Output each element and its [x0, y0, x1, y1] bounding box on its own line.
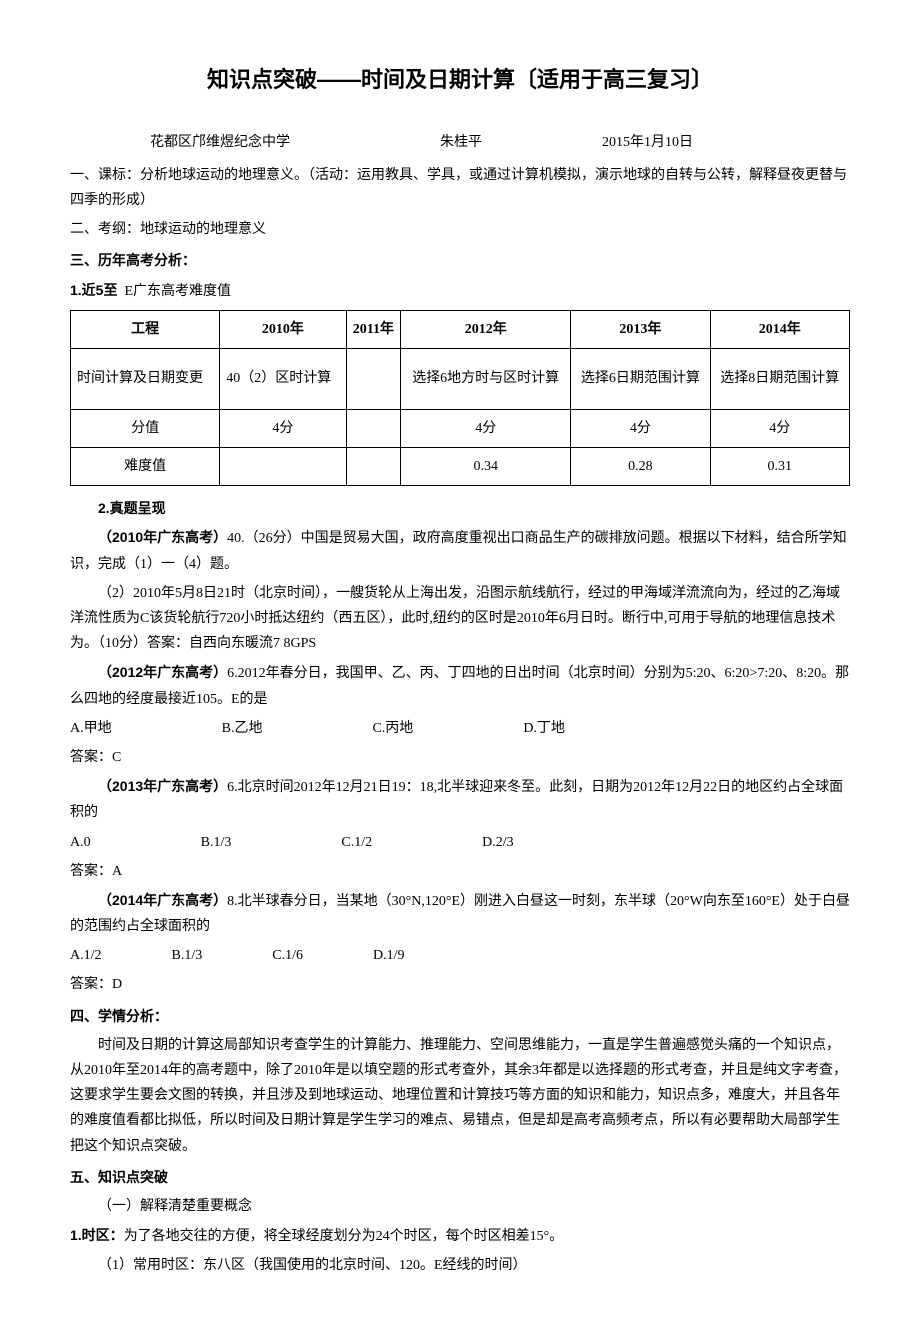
meta-row: 花都区邝维煜纪念中学 朱桂平 2015年1月10日: [70, 130, 850, 155]
section-4-body: 时间及日期的计算这局部知识考查学生的计算能力、推理能力、空间思维能力，一直是学生…: [70, 1033, 850, 1159]
section-3-label: 三、历年高考分析：: [70, 248, 850, 273]
cell: 0.28: [571, 448, 710, 486]
th-project: 工程: [71, 310, 220, 348]
meta-date: 2015年1月10日: [602, 130, 693, 155]
section-1: 一、课标：分析地球运动的地理意义。（活动：运用教具、学具，或通过计算机模拟，演示…: [70, 163, 850, 213]
opt-c: C.1/2: [341, 830, 372, 855]
th-2010: 2010年: [220, 310, 346, 348]
cell: 0.31: [710, 448, 849, 486]
opt-b: B.乙地: [222, 716, 263, 741]
cell: 4分: [401, 409, 571, 447]
exam-table: 工程 2010年 2011年 2012年 2013年 2014年 时间计算及日期…: [70, 310, 850, 487]
sub2-label: 2.真题呈现: [70, 496, 850, 521]
section-3-sub1: 1.近5至 E广东高考难度值: [70, 278, 850, 304]
cell: 分值: [71, 409, 220, 447]
cell: 难度值: [71, 448, 220, 486]
cell: 0.34: [401, 448, 571, 486]
table-row: 难度值 0.34 0.28 0.31: [71, 448, 850, 486]
q2013-tag: （2013年广东高考）: [98, 778, 227, 794]
cell: 选择8日期范围计算: [710, 348, 849, 409]
q2012-options: A.甲地 B.乙地 C.丙地 D.丁地: [70, 716, 850, 741]
sub1-text: E广东高考难度值: [124, 284, 231, 299]
cell: [220, 448, 346, 486]
opt-d: D.丁地: [523, 716, 565, 741]
p1-text: 为了各地交往的方便，将全球经度划分为24个时区，每个时区相差15°。: [124, 1229, 564, 1244]
table-row: 时间计算及日期变更 40（2）区时计算 选择6地方时与区时计算 选择6日期范围计…: [71, 348, 850, 409]
opt-d: D.1/9: [373, 943, 405, 968]
section-1-label: 一、课标：: [70, 168, 140, 183]
q2010-head: （2010年广东高考）40.（26分）中国是贸易大国，政府高度重视出口商品生产的…: [70, 525, 850, 576]
section-2: 二、考纲：地球运动的地理意义: [70, 217, 850, 242]
sub1-label: 1.近5至: [70, 282, 117, 298]
opt-a: A.0: [70, 830, 91, 855]
cell: [346, 448, 401, 486]
p1-label: 1.时区：: [70, 1227, 124, 1243]
cell: [346, 409, 401, 447]
q2010-body: （2）2010年5月8日21时（北京时间），一艘货轮从上海出发，沿图示航线航行，…: [70, 581, 850, 657]
q2012-answer: 答案：C: [70, 745, 850, 770]
q2013-options: A.0 B.1/3 C.1/2 D.2/3: [70, 830, 850, 855]
q2014-answer: 答案：D: [70, 972, 850, 997]
q2010-tag: （2010年广东高考）: [98, 529, 227, 545]
q2013-answer: 答案：A: [70, 859, 850, 884]
q2014-head: （2014年广东高考）8.北半球春分日，当某地（30°N,120°E）刚进入白昼…: [70, 888, 850, 939]
section-2-text: 地球运动的地理意义: [140, 222, 266, 237]
cell: 4分: [220, 409, 346, 447]
cell: [346, 348, 401, 409]
opt-c: C.丙地: [372, 716, 413, 741]
cell: 选择6日期范围计算: [571, 348, 710, 409]
cell: 选择6地方时与区时计算: [401, 348, 571, 409]
table-row: 分值 4分 4分 4分 4分: [71, 409, 850, 447]
cell: 时间计算及日期变更: [71, 348, 220, 409]
opt-d: D.2/3: [482, 830, 514, 855]
cell: 4分: [710, 409, 849, 447]
section-1-text: 分析地球运动的地理意义。（活动：运用教具、学具，或通过计算机模拟，演示地球的自转…: [70, 168, 847, 208]
q2014-options: A.1/2 B.1/3 C.1/6 D.1/9: [70, 943, 850, 968]
section-4-label: 四、学情分析：: [70, 1004, 850, 1029]
meta-author: 朱桂平: [440, 130, 482, 155]
th-2011: 2011年: [346, 310, 401, 348]
opt-a: A.甲地: [70, 716, 112, 741]
q2012-tag: （2012年广东高考）: [98, 664, 227, 680]
meta-school: 花都区邝维煜纪念中学: [150, 130, 290, 155]
th-2012: 2012年: [401, 310, 571, 348]
th-2014: 2014年: [710, 310, 849, 348]
opt-c: C.1/6: [272, 943, 303, 968]
opt-b: B.1/3: [201, 830, 232, 855]
th-2013: 2013年: [571, 310, 710, 348]
opt-b: B.1/3: [172, 943, 203, 968]
cell: 40（2）区时计算: [220, 348, 346, 409]
cell: 4分: [571, 409, 710, 447]
q2012-head: （2012年广东高考）6.2012年春分日，我国甲、乙、丙、丁四地的日出时间（北…: [70, 660, 850, 711]
document-title: 知识点突破——时间及日期计算〔适用于高三复习〕: [70, 60, 850, 100]
section-5-p2: （1）常用时区：东八区（我国使用的北京时间、120。E经线的时间）: [70, 1253, 850, 1278]
opt-a: A.1/2: [70, 943, 102, 968]
section-5-p1: 1.时区：为了各地交往的方便，将全球经度划分为24个时区，每个时区相差15°。: [70, 1223, 850, 1249]
table-header-row: 工程 2010年 2011年 2012年 2013年 2014年: [71, 310, 850, 348]
q2013-head: （2013年广东高考）6.北京时间2012年12月21日19：18,北半球迎来冬…: [70, 774, 850, 825]
section-2-label: 二、考纲：: [70, 222, 140, 237]
section-5-sub1: （一）解释清楚重要概念: [70, 1194, 850, 1219]
q2014-tag: （2014年广东高考）: [98, 892, 227, 908]
section-5-label: 五、知识点突破: [70, 1165, 850, 1190]
